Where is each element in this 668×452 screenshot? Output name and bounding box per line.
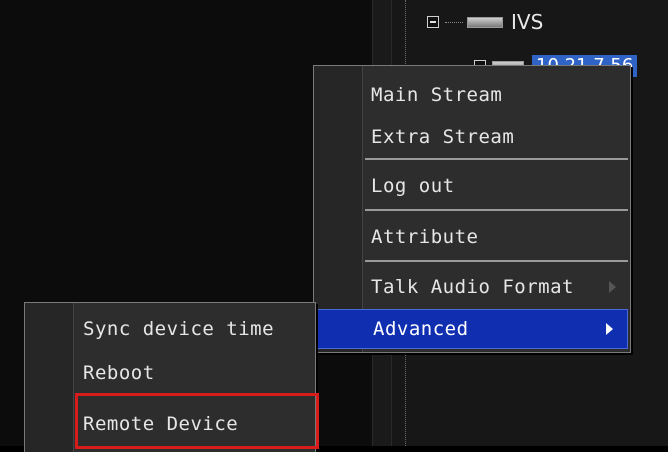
tree-node-ivs[interactable]: IVS: [427, 10, 543, 34]
menu-item-label: Sync device time: [83, 318, 275, 340]
menu-item-main-stream[interactable]: Main Stream: [314, 76, 630, 114]
menu-item-label: Extra Stream: [371, 126, 515, 148]
menu-item-label: Reboot: [83, 362, 155, 384]
tree-connector: [445, 21, 463, 23]
menu-separator: [365, 260, 628, 262]
menu-separator: [365, 158, 628, 160]
submenu-arrow-icon: [606, 323, 613, 335]
menu-item-advanced[interactable]: Advanced: [316, 309, 628, 349]
menu-item-label: Advanced: [373, 318, 469, 340]
collapse-icon[interactable]: [427, 16, 439, 28]
menu-item-label: Main Stream: [371, 84, 503, 106]
menu-item-label: Log out: [371, 175, 455, 197]
submenu-arrow-icon: [609, 281, 616, 293]
tree-node-label: IVS: [511, 10, 544, 34]
annotation-highlight-box: [75, 393, 319, 449]
menu-item-talk-audio-format[interactable]: Talk Audio Format: [314, 268, 630, 306]
menu-item-sync-device-time[interactable]: Sync device time: [25, 309, 315, 349]
menu-item-log-out[interactable]: Log out: [314, 167, 630, 205]
menu-item-extra-stream[interactable]: Extra Stream: [314, 118, 630, 156]
menu-separator: [365, 209, 628, 211]
menu-item-label: Attribute: [371, 226, 479, 248]
menu-item-attribute[interactable]: Attribute: [314, 218, 630, 256]
menu-item-label: Talk Audio Format: [371, 276, 574, 298]
device-context-menu: Main Stream Extra Stream Log out Attribu…: [313, 65, 631, 353]
menu-item-reboot[interactable]: Reboot: [25, 353, 315, 393]
device-group-icon: [467, 16, 503, 28]
